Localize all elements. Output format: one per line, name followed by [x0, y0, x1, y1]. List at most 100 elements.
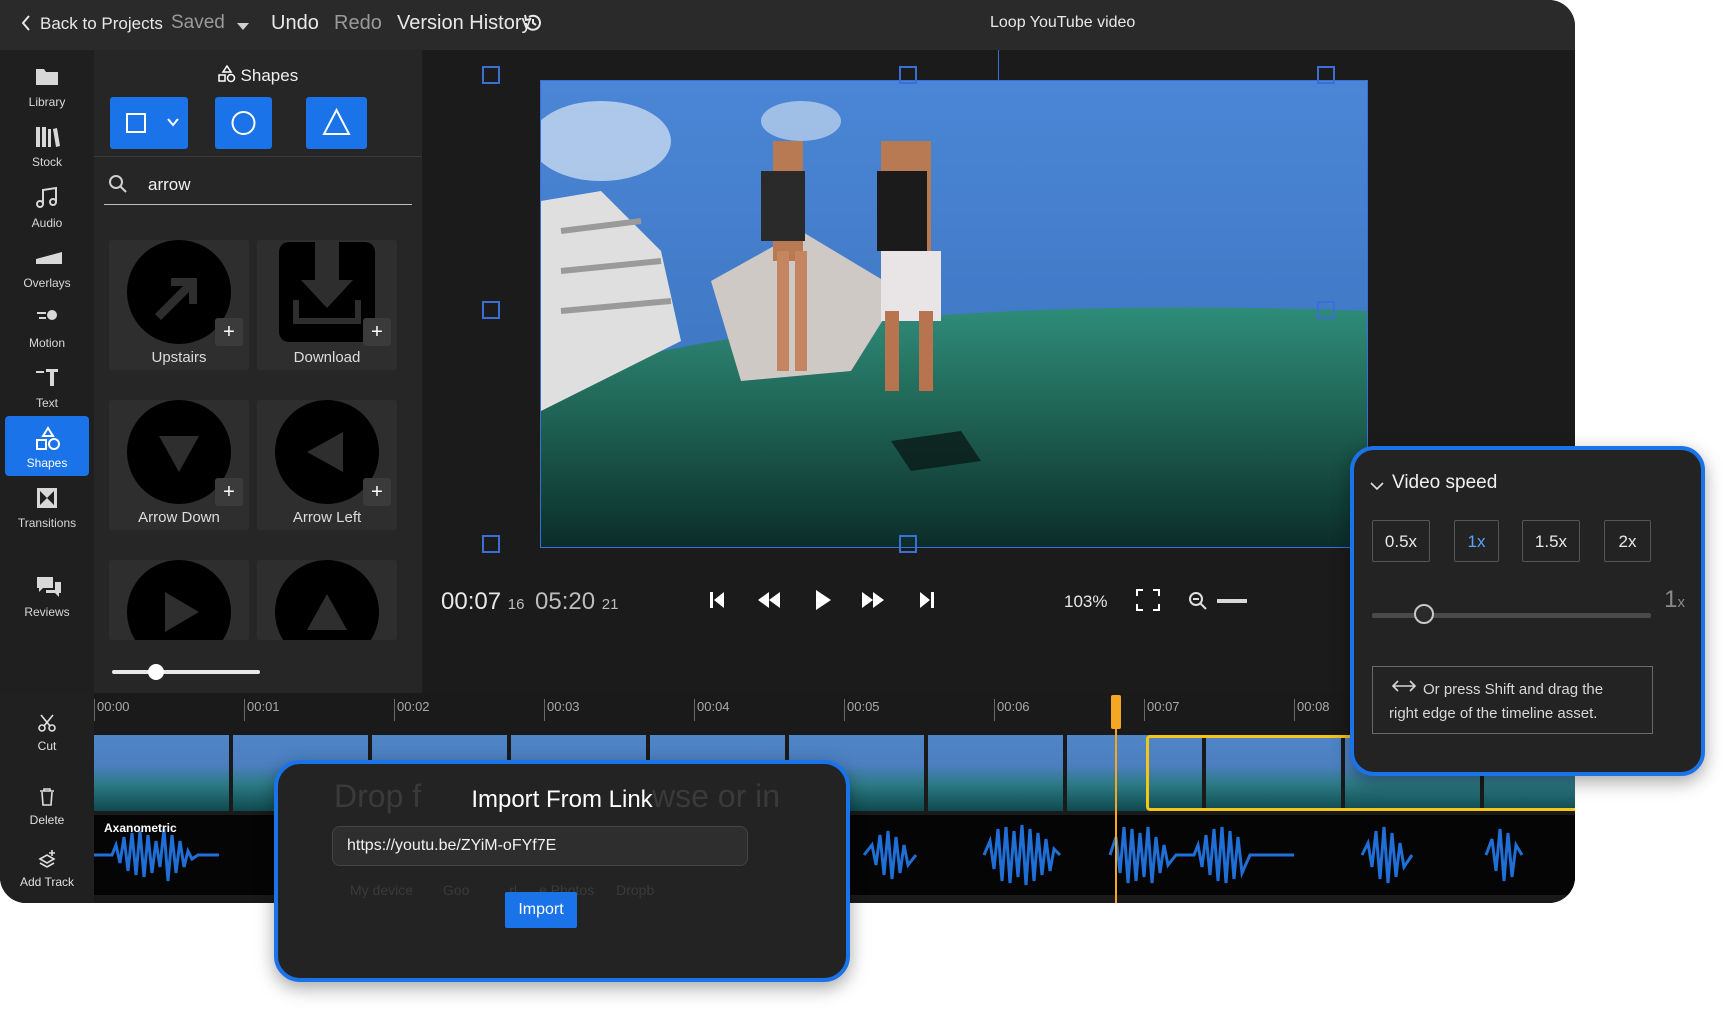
- resize-handle-mid-right[interactable]: [1317, 301, 1335, 319]
- shape-square-button[interactable]: [110, 97, 188, 149]
- dialog-source-list: My device Goo rl e Photos Dropb: [350, 882, 654, 898]
- speed-option-2x[interactable]: 2x: [1604, 520, 1651, 562]
- size-slider[interactable]: [112, 662, 260, 682]
- add-shape-button[interactable]: +: [363, 478, 391, 506]
- sidebar-item-label: Transitions: [17, 516, 77, 530]
- resize-handle-top-right[interactable]: [1317, 66, 1335, 84]
- shape-tile-arrow-right[interactable]: [109, 560, 249, 640]
- cut-button[interactable]: Cut: [10, 703, 84, 761]
- sidebar-item-text[interactable]: Text: [5, 356, 89, 416]
- sidebar-item-label: Stock: [31, 155, 62, 169]
- sidebar-item-label: Text: [35, 396, 58, 410]
- playhead-handle[interactable]: [1111, 695, 1121, 729]
- resize-arrows-icon: [1391, 679, 1417, 698]
- undo-button[interactable]: Undo: [271, 12, 319, 35]
- music-icon: [36, 186, 57, 208]
- speed-value-unit: x: [1677, 594, 1686, 611]
- play-icon[interactable]: [814, 589, 832, 616]
- center-guide: [998, 50, 999, 80]
- shape-tile-arrow-up[interactable]: [257, 560, 397, 640]
- collapse-chevron-icon[interactable]: [1370, 478, 1384, 496]
- skip-to-end-icon[interactable]: [919, 591, 935, 614]
- history-icon[interactable]: [522, 12, 544, 39]
- source-google-drive: Goo: [442, 882, 470, 898]
- shape-triangle-button[interactable]: [306, 97, 367, 149]
- sidebar-item-stock[interactable]: Stock: [5, 115, 89, 175]
- search-input[interactable]: arrow: [148, 175, 191, 195]
- video-canvas[interactable]: [540, 80, 1368, 548]
- fullscreen-icon[interactable]: [1136, 589, 1160, 616]
- sidebar-item-library[interactable]: Library: [5, 55, 89, 115]
- zoom-slider-track[interactable]: [1217, 599, 1247, 603]
- shape-label: Upstairs: [151, 349, 207, 366]
- source-dropbox: Dropb: [616, 882, 655, 898]
- shape-circle-button[interactable]: [215, 97, 272, 149]
- shape-label: Arrow Down: [138, 509, 220, 526]
- shapes-panel: Shapes arrow + Upstairs + Download + Arr…: [94, 50, 422, 693]
- sidebar-item-audio[interactable]: Audio: [5, 176, 89, 236]
- fast-forward-icon[interactable]: [862, 592, 884, 613]
- text-icon: [36, 369, 58, 386]
- rewind-icon[interactable]: [758, 592, 780, 613]
- zoom-out-icon[interactable]: [1188, 591, 1208, 616]
- sidebar-item-overlays[interactable]: Overlays: [5, 236, 89, 296]
- total-frame: 21: [601, 596, 619, 613]
- video-thumbnail: [928, 735, 1065, 811]
- sidebar-item-label: Overlays: [23, 276, 71, 290]
- timeline-tools: Cut Delete Add Track: [0, 693, 94, 903]
- hint-line-1: Or press Shift and drag the: [1423, 681, 1604, 698]
- panel-divider: [94, 156, 422, 157]
- import-button[interactable]: Import: [505, 892, 577, 928]
- total-time: 05:20 21: [535, 588, 618, 616]
- add-track-button[interactable]: Add Track: [10, 839, 84, 897]
- import-link-dialog: Drop f wse or in Import From Link https:…: [274, 760, 850, 982]
- sidebar-item-label: Library: [28, 95, 66, 109]
- add-shape-button[interactable]: +: [215, 318, 243, 346]
- slider-thumb[interactable]: [148, 664, 165, 680]
- add-shape-button[interactable]: +: [215, 478, 243, 506]
- version-history-button[interactable]: Version History: [397, 12, 532, 35]
- audio-track-label: Axanometric: [104, 821, 177, 835]
- transitions-icon: [37, 488, 57, 508]
- resize-handle-bottom-center[interactable]: [899, 535, 917, 553]
- sidebar-item-transitions[interactable]: Transitions: [5, 476, 89, 536]
- reviews-icon: [37, 577, 61, 597]
- search-icon: [108, 174, 128, 199]
- scissors-icon: [38, 714, 56, 732]
- sidebar-item-shapes[interactable]: Shapes: [5, 416, 89, 476]
- speed-option-1x[interactable]: 1x: [1454, 520, 1499, 562]
- speed-slider-thumb[interactable]: [1414, 604, 1434, 624]
- resize-handle-top-left[interactable]: [482, 66, 500, 84]
- project-title[interactable]: Loop YouTube video: [990, 14, 1135, 32]
- sidebar-item-motion[interactable]: Motion: [5, 296, 89, 356]
- circle-icon: [231, 111, 256, 135]
- shape-label: Download: [293, 349, 361, 366]
- url-input[interactable]: https://youtu.be/ZYiM-oFYf7E: [332, 826, 748, 866]
- resize-handle-bottom-left[interactable]: [482, 535, 500, 553]
- sidebar-item-reviews[interactable]: Reviews: [5, 565, 89, 625]
- add-shape-button[interactable]: +: [363, 318, 391, 346]
- total-time-value: 05:20: [535, 588, 596, 615]
- sidebar-item-label: Shapes: [26, 456, 68, 470]
- speed-title: Video speed: [1392, 472, 1498, 493]
- speed-option-0.5x[interactable]: 0.5x: [1372, 520, 1430, 562]
- saved-dropdown-icon[interactable]: [237, 18, 249, 36]
- delete-button[interactable]: Delete: [10, 777, 84, 835]
- back-to-projects-link[interactable]: Back to Projects: [40, 14, 163, 34]
- speed-slider[interactable]: [1372, 602, 1651, 628]
- dialog-title: Import From Link: [471, 786, 653, 813]
- resize-handle-mid-left[interactable]: [482, 301, 500, 319]
- tool-label: Cut: [37, 739, 57, 753]
- skip-to-start-icon[interactable]: [709, 591, 725, 614]
- back-chevron-icon[interactable]: [20, 13, 32, 38]
- shape-label: Arrow Left: [292, 509, 362, 526]
- ruler-tick: 00:00: [94, 699, 130, 721]
- resize-handle-top-center[interactable]: [899, 66, 917, 84]
- current-time: 00:07 16: [441, 588, 524, 616]
- shapes-icon: [36, 426, 60, 450]
- redo-button[interactable]: Redo: [334, 12, 382, 35]
- zoom-level[interactable]: 103%: [1064, 592, 1107, 612]
- speed-value-number: 1: [1664, 586, 1678, 613]
- speed-option-1.5x[interactable]: 1.5x: [1522, 520, 1580, 562]
- speed-hint-box: Or press Shift and drag the right edge o…: [1372, 666, 1653, 734]
